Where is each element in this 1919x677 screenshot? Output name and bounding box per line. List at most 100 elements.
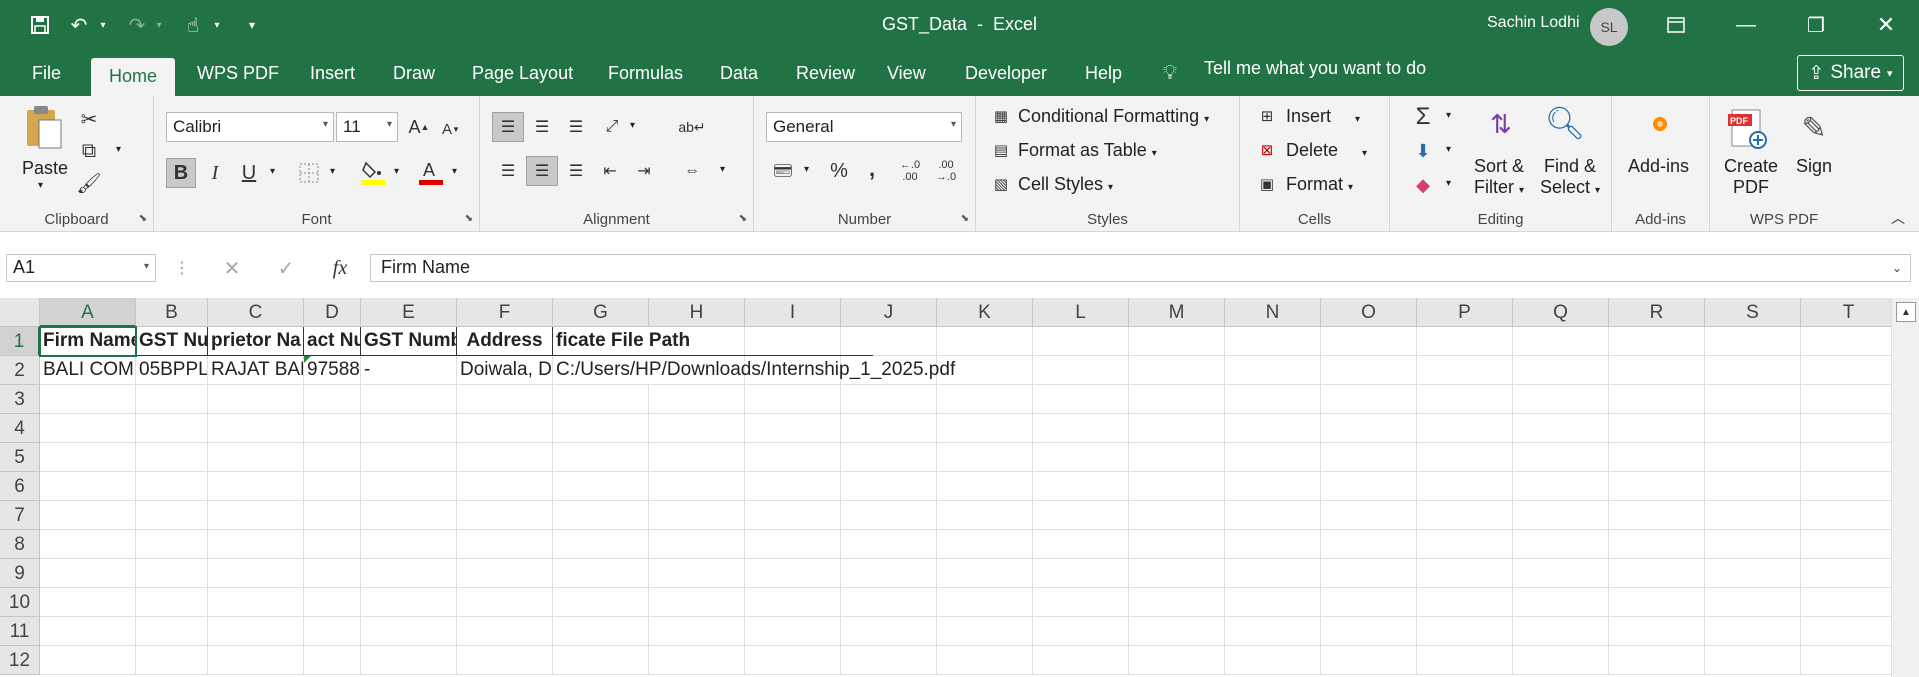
cell-j6[interactable] bbox=[841, 472, 937, 501]
cell-p2[interactable] bbox=[1417, 356, 1513, 385]
cell-r3[interactable] bbox=[1609, 385, 1705, 414]
cell-k6[interactable] bbox=[937, 472, 1033, 501]
paste-dropdown-icon[interactable]: ▾ bbox=[38, 180, 43, 191]
cell-t1[interactable] bbox=[1801, 327, 1897, 356]
cell-t3[interactable] bbox=[1801, 385, 1897, 414]
cell-n3[interactable] bbox=[1225, 385, 1321, 414]
cell-c5[interactable] bbox=[208, 443, 304, 472]
cell-f8[interactable] bbox=[457, 530, 553, 559]
cell-k4[interactable] bbox=[937, 414, 1033, 443]
sort-filter-button[interactable]: Sort & Filter ▾ bbox=[1474, 156, 1524, 198]
font-color-dropdown-icon[interactable]: ▾ bbox=[452, 166, 457, 177]
cell-e4[interactable] bbox=[361, 414, 457, 443]
row-header-5[interactable]: 5 bbox=[0, 443, 40, 472]
cell-p12[interactable] bbox=[1417, 646, 1513, 675]
bold-button[interactable]: B bbox=[166, 158, 196, 188]
cell-d1[interactable]: act Nu bbox=[304, 327, 361, 356]
cell-i8[interactable] bbox=[745, 530, 841, 559]
cell-n10[interactable] bbox=[1225, 588, 1321, 617]
formula-bar-options-icon[interactable]: ⋮ bbox=[174, 256, 190, 280]
align-right-icon[interactable]: ☰ bbox=[560, 156, 592, 186]
cell-styles-icon[interactable]: ▧ bbox=[990, 172, 1012, 196]
cell-p11[interactable] bbox=[1417, 617, 1513, 646]
vertical-scrollbar[interactable]: ▲ bbox=[1891, 298, 1919, 677]
cell-styles-button[interactable]: Cell Styles ▾ bbox=[1018, 174, 1113, 195]
tab-review[interactable]: Review bbox=[796, 58, 855, 96]
cell-f5[interactable] bbox=[457, 443, 553, 472]
cell-c4[interactable] bbox=[208, 414, 304, 443]
insert-cells-button[interactable]: Insert ▾ bbox=[1286, 106, 1360, 127]
cell-c1[interactable]: prietor Na bbox=[208, 327, 304, 356]
cell-p10[interactable] bbox=[1417, 588, 1513, 617]
cell-e10[interactable] bbox=[361, 588, 457, 617]
row-header-9[interactable]: 9 bbox=[0, 559, 40, 588]
cut-icon[interactable]: ✂ bbox=[76, 106, 102, 132]
cell-m2[interactable] bbox=[1129, 356, 1225, 385]
cell-q7[interactable] bbox=[1513, 501, 1609, 530]
row-header-3[interactable]: 3 bbox=[0, 385, 40, 414]
underline-dropdown-icon[interactable]: ▾ bbox=[270, 166, 275, 177]
cell-o2[interactable] bbox=[1321, 356, 1417, 385]
column-header-g[interactable]: G bbox=[553, 298, 649, 327]
cell-a9[interactable] bbox=[40, 559, 136, 588]
orientation-dropdown-icon[interactable]: ▾ bbox=[630, 120, 635, 131]
tab-insert[interactable]: Insert bbox=[310, 58, 355, 96]
cell-m7[interactable] bbox=[1129, 501, 1225, 530]
decrease-font-icon[interactable]: A ▼ bbox=[436, 114, 466, 144]
cell-c3[interactable] bbox=[208, 385, 304, 414]
cell-p8[interactable] bbox=[1417, 530, 1513, 559]
cell-i7[interactable] bbox=[745, 501, 841, 530]
column-header-k[interactable]: K bbox=[937, 298, 1033, 327]
tab-draw[interactable]: Draw bbox=[393, 58, 435, 96]
cell-s3[interactable] bbox=[1705, 385, 1801, 414]
cell-k12[interactable] bbox=[937, 646, 1033, 675]
cell-s1[interactable] bbox=[1705, 327, 1801, 356]
cell-f11[interactable] bbox=[457, 617, 553, 646]
underline-button[interactable]: U bbox=[234, 158, 264, 188]
cell-m6[interactable] bbox=[1129, 472, 1225, 501]
ribbon-display-icon[interactable] bbox=[1656, 8, 1696, 42]
column-header-r[interactable]: R bbox=[1609, 298, 1705, 327]
cell-k9[interactable] bbox=[937, 559, 1033, 588]
column-header-i[interactable]: I bbox=[745, 298, 841, 327]
cell-g8[interactable] bbox=[553, 530, 649, 559]
cell-g4[interactable] bbox=[553, 414, 649, 443]
cell-c12[interactable] bbox=[208, 646, 304, 675]
cell-p9[interactable] bbox=[1417, 559, 1513, 588]
cell-s8[interactable] bbox=[1705, 530, 1801, 559]
cell-t8[interactable] bbox=[1801, 530, 1897, 559]
cell-o5[interactable] bbox=[1321, 443, 1417, 472]
cell-e7[interactable] bbox=[361, 501, 457, 530]
increase-indent-icon[interactable]: ⇥ bbox=[628, 156, 660, 186]
cell-l12[interactable] bbox=[1033, 646, 1129, 675]
cell-m11[interactable] bbox=[1129, 617, 1225, 646]
select-all-corner[interactable] bbox=[0, 298, 40, 327]
cell-a4[interactable] bbox=[40, 414, 136, 443]
column-header-j[interactable]: J bbox=[841, 298, 937, 327]
formula-input[interactable]: Firm Name bbox=[370, 254, 1911, 282]
tab-home[interactable]: Home bbox=[91, 58, 176, 96]
bottom-align-icon[interactable]: ☰ bbox=[560, 112, 592, 142]
cell-n8[interactable] bbox=[1225, 530, 1321, 559]
cell-o6[interactable] bbox=[1321, 472, 1417, 501]
cell-j12[interactable] bbox=[841, 646, 937, 675]
cell-i3[interactable] bbox=[745, 385, 841, 414]
cell-q11[interactable] bbox=[1513, 617, 1609, 646]
cell-e1[interactable]: GST Numbe bbox=[361, 327, 457, 356]
minimize-icon[interactable]: — bbox=[1726, 8, 1766, 42]
cell-c10[interactable] bbox=[208, 588, 304, 617]
cell-r8[interactable] bbox=[1609, 530, 1705, 559]
cell-r10[interactable] bbox=[1609, 588, 1705, 617]
column-header-m[interactable]: M bbox=[1129, 298, 1225, 327]
cell-e9[interactable] bbox=[361, 559, 457, 588]
cell-d11[interactable] bbox=[304, 617, 361, 646]
cell-s9[interactable] bbox=[1705, 559, 1801, 588]
cell-k11[interactable] bbox=[937, 617, 1033, 646]
font-size-combo[interactable]: 11 ▾ bbox=[336, 112, 398, 142]
cell-d5[interactable] bbox=[304, 443, 361, 472]
cell-d2[interactable]: 97588 bbox=[304, 356, 361, 385]
delete-cells-icon[interactable]: ⊠ bbox=[1256, 138, 1278, 162]
cell-e5[interactable] bbox=[361, 443, 457, 472]
autosum-icon[interactable]: Σ bbox=[1408, 102, 1438, 132]
find-select-button[interactable]: Find & Select ▾ bbox=[1540, 156, 1600, 198]
